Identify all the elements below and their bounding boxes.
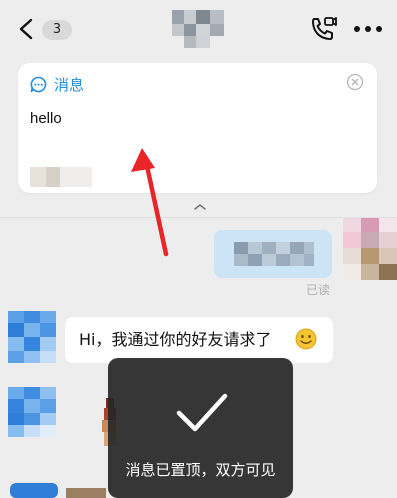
contact-name-blurred[interactable] — [172, 10, 224, 48]
top-bar: 3 — [0, 0, 397, 58]
call-button[interactable] — [308, 14, 338, 44]
phone-call-icon — [312, 17, 337, 40]
outgoing-message-bubble[interactable] — [214, 230, 332, 278]
smile-emoji-icon — [295, 328, 317, 350]
incoming-message-text: Hi，我通过你的好友请求了 — [79, 330, 272, 349]
incoming-message-bubble[interactable]: Hi，我通过你的好友请求了 — [65, 317, 333, 363]
annotation-arrow-icon — [131, 148, 169, 257]
read-receipt: 已读 — [306, 283, 331, 297]
peer-avatar[interactable] — [8, 387, 56, 437]
unread-count-badge: 3 — [42, 20, 72, 40]
image-thumbnail[interactable] — [66, 488, 106, 498]
more-button[interactable] — [352, 18, 384, 40]
peer-avatar[interactable] — [8, 311, 56, 363]
close-icon[interactable] — [346, 73, 364, 91]
pinned-message-card[interactable]: 消息 hello — [18, 63, 377, 193]
pinned-message-text: hello — [30, 110, 62, 127]
checkmark-icon — [176, 393, 228, 432]
my-avatar[interactable] — [343, 218, 397, 280]
back-chevron-icon — [19, 18, 33, 40]
pinned-header-label: 消息 — [54, 76, 85, 94]
pinned-toast: 消息已置顶，双方可见 — [108, 358, 293, 498]
pinned-sender-blurred — [30, 167, 92, 187]
toast-message: 消息已置顶，双方可见 — [125, 461, 276, 479]
more-dots-icon — [354, 26, 382, 32]
chat-bubble-icon — [30, 76, 47, 93]
peer-avatar[interactable] — [10, 483, 58, 498]
collapse-chevron-icon[interactable] — [190, 201, 210, 213]
back-button[interactable]: 3 — [12, 12, 72, 46]
outgoing-message-blurred — [234, 242, 314, 266]
pinned-divider — [0, 217, 397, 218]
